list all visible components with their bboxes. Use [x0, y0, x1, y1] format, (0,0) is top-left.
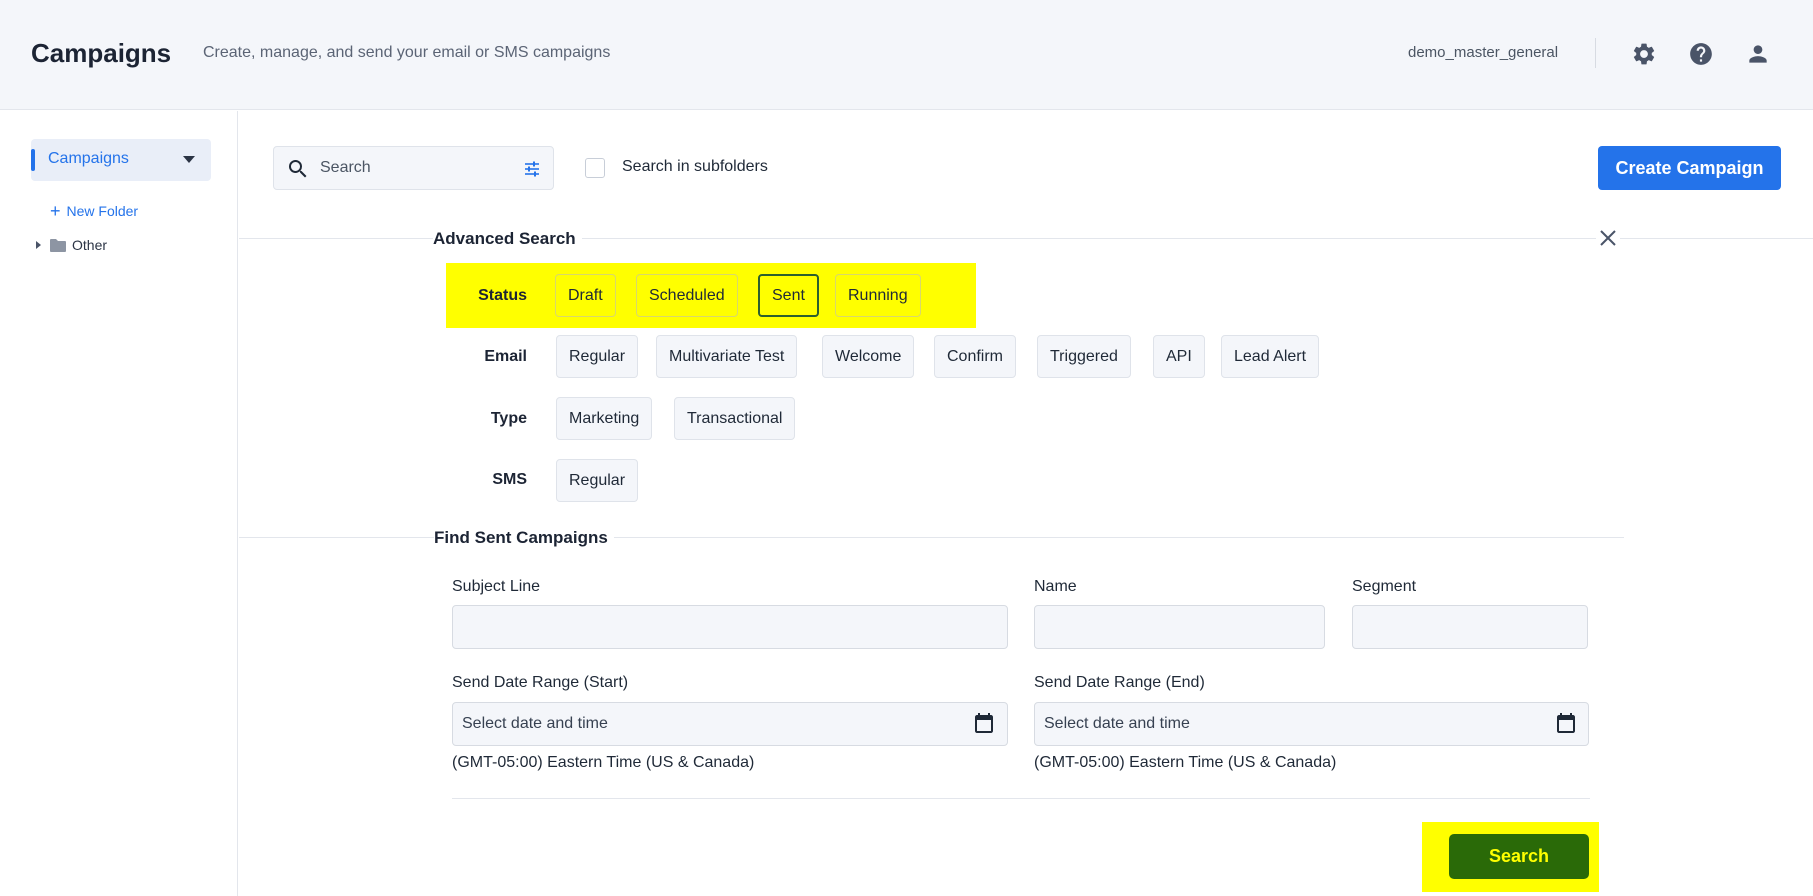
sms-chip-regular[interactable]: Regular [556, 459, 639, 502]
folder-label: Other [72, 237, 108, 253]
search-button[interactable]: Search [1449, 834, 1589, 879]
end-date-input[interactable] [1034, 702, 1589, 746]
chevron-down-icon[interactable] [183, 156, 195, 163]
email-chip-api[interactable]: API [1153, 335, 1205, 378]
plus-icon: + [50, 201, 61, 221]
new-folder-link[interactable]: + New Folder [50, 201, 139, 221]
email-label: Email [484, 348, 527, 365]
sidebar-item-campaigns[interactable]: Campaigns [31, 139, 211, 181]
email-chip-lead-alert[interactable]: Lead Alert [1221, 335, 1320, 378]
segment-input[interactable] [1352, 605, 1588, 649]
filter-settings-icon[interactable] [523, 160, 541, 178]
type-chip-marketing[interactable]: Marketing [556, 397, 653, 440]
search-icon [289, 160, 307, 178]
folder-icon [50, 239, 66, 252]
sidebar-item-label: Campaigns [48, 150, 129, 167]
find-sent-title: Find Sent Campaigns [434, 528, 614, 548]
status-chip-sent[interactable]: Sent [758, 274, 819, 317]
page-subtitle: Create, manage, and send your email or S… [203, 44, 611, 61]
email-chip-confirm[interactable]: Confirm [934, 335, 1017, 378]
search-subfolders-label: Search in subfolders [622, 158, 768, 175]
sms-label: SMS [492, 471, 527, 488]
status-chip-running[interactable]: Running [835, 274, 921, 317]
gear-icon[interactable] [1630, 40, 1658, 68]
header-divider [1595, 38, 1596, 68]
start-date-label: Send Date Range (Start) [452, 674, 629, 691]
close-icon[interactable] [1596, 226, 1620, 250]
search-subfolders-checkbox[interactable] [585, 158, 605, 178]
status-chip-draft[interactable]: Draft [555, 274, 616, 317]
status-label: Status [478, 287, 527, 304]
form-divider [452, 798, 1590, 799]
folder-item-other[interactable]: Other [36, 237, 107, 253]
email-chip-regular[interactable]: Regular [556, 335, 639, 378]
name-input[interactable] [1034, 605, 1325, 649]
search-input[interactable] [320, 155, 510, 181]
help-icon[interactable] [1687, 40, 1715, 68]
email-chip-multivariate-test[interactable]: Multivariate Test [656, 335, 798, 378]
user-icon[interactable] [1744, 40, 1772, 68]
search-field [273, 146, 554, 190]
name-label: Name [1034, 578, 1077, 595]
status-chip-scheduled[interactable]: Scheduled [636, 274, 738, 317]
active-indicator [31, 149, 35, 171]
subject-line-input[interactable] [452, 605, 1008, 649]
end-date-label: Send Date Range (End) [1034, 674, 1205, 691]
calendar-icon[interactable] [1554, 712, 1578, 736]
type-chip-transactional[interactable]: Transactional [674, 397, 796, 440]
create-campaign-button[interactable]: Create Campaign [1598, 146, 1781, 190]
email-chip-triggered[interactable]: Triggered [1037, 335, 1131, 378]
app-header: Campaigns Create, manage, and send your … [0, 0, 1813, 110]
start-timezone-note: (GMT-05:00) Eastern Time (US & Canada) [452, 754, 755, 771]
subject-line-label: Subject Line [452, 578, 541, 595]
type-label: Type [490, 410, 527, 427]
calendar-icon[interactable] [972, 712, 996, 736]
end-timezone-note: (GMT-05:00) Eastern Time (US & Canada) [1034, 754, 1337, 771]
start-date-input[interactable] [452, 702, 1008, 746]
expand-arrow-icon[interactable] [36, 241, 41, 249]
advanced-search-title: Advanced Search [433, 229, 582, 249]
sidebar: Campaigns + New Folder Other [0, 111, 238, 896]
segment-label: Segment [1352, 578, 1417, 595]
account-name[interactable]: demo_master_general [1408, 44, 1558, 61]
new-folder-label: New Folder [66, 203, 139, 219]
email-chip-welcome[interactable]: Welcome [822, 335, 915, 378]
page-title: Campaigns [31, 38, 172, 68]
